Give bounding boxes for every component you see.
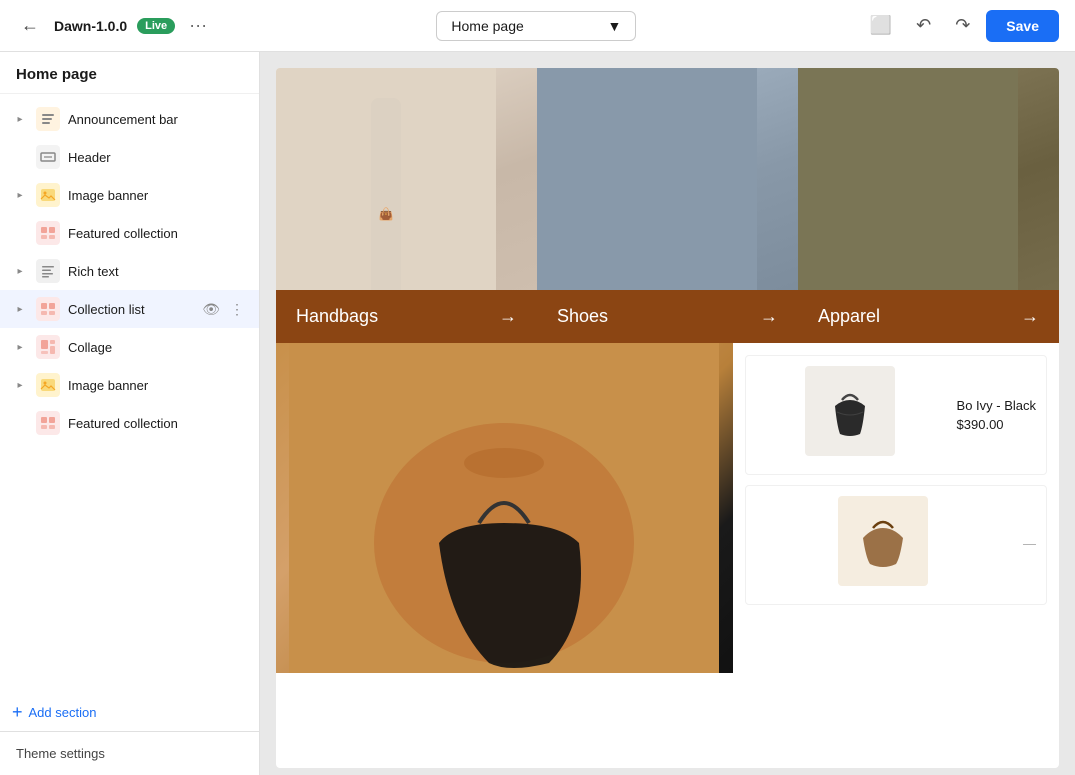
handbags-arrow: → bbox=[499, 306, 517, 327]
canvas: 👜 Handbags → Sh bbox=[260, 52, 1075, 775]
canvas-inner: 👜 Handbags → Sh bbox=[276, 68, 1059, 768]
sidebar-list: ▸ Announcement bar ▸ Header ▸ bbox=[0, 94, 259, 693]
more-options-button[interactable]: ··· bbox=[185, 11, 211, 40]
chevron-right-icon-5: ▸ bbox=[12, 339, 28, 355]
chevron-right-icon-6: ▸ bbox=[12, 377, 28, 393]
live-badge: Live bbox=[137, 18, 175, 34]
product-info-2: — bbox=[1023, 536, 1036, 555]
topbar-right: ⬜ ↶ ↷ Save bbox=[862, 10, 1059, 42]
save-button[interactable]: Save bbox=[986, 10, 1059, 42]
sidebar-item-label-collage: Collage bbox=[68, 340, 247, 355]
collage-icon bbox=[36, 335, 60, 359]
sidebar-item-label-image-banner-2: Image banner bbox=[68, 378, 247, 393]
product-name-2: — bbox=[1023, 536, 1036, 551]
sidebar-item-featured-collection-2[interactable]: ▸ Featured collection bbox=[0, 404, 259, 442]
image-banner-icon-2 bbox=[36, 373, 60, 397]
redo-button[interactable]: ↷ bbox=[947, 11, 978, 40]
featured-section: Bo Ivy - Black $390.00 bbox=[276, 343, 1059, 673]
product-info-bo-ivy: Bo Ivy - Black $390.00 bbox=[957, 398, 1036, 432]
sidebar-header: Home page bbox=[0, 52, 259, 94]
image-banner-icon-1 bbox=[36, 183, 60, 207]
product-thumbnail-2 bbox=[848, 506, 918, 576]
sidebar-item-label-collection-list: Collection list bbox=[68, 302, 191, 317]
chevron-down-icon: ▼ bbox=[608, 18, 622, 34]
shoes-label: Shoes → bbox=[537, 290, 798, 343]
sidebar-item-image-banner-1[interactable]: ▸ Image banner bbox=[0, 176, 259, 214]
collection-item-apparel[interactable]: Apparel → bbox=[798, 68, 1059, 343]
handbags-label: Handbags → bbox=[276, 290, 537, 343]
rich-text-icon bbox=[36, 259, 60, 283]
page-selector[interactable]: Home page ▼ bbox=[436, 11, 636, 41]
featured-products-column: Bo Ivy - Black $390.00 bbox=[733, 343, 1059, 673]
back-button[interactable]: ← bbox=[16, 12, 44, 40]
hide-section-button[interactable]: 👁 bbox=[199, 299, 223, 320]
product-price-bo-ivy: $390.00 bbox=[957, 417, 1036, 432]
sidebar-item-featured-collection-1[interactable]: ▸ Featured collection bbox=[0, 214, 259, 252]
topbar: ← Dawn-1.0.0 Live ··· Home page ▼ ⬜ ↶ ↷ … bbox=[0, 0, 1075, 52]
featured-model-image bbox=[289, 343, 719, 673]
sidebar-item-rich-text[interactable]: ▸ Rich text bbox=[0, 252, 259, 290]
add-section-label: Add section bbox=[29, 705, 97, 720]
preview-button[interactable]: ⬜ bbox=[862, 11, 900, 40]
topbar-left: ← Dawn-1.0.0 Live ··· bbox=[16, 11, 211, 40]
shoes-arrow: → bbox=[760, 306, 778, 327]
featured-collection-icon-1 bbox=[36, 221, 60, 245]
sidebar-item-collection-list[interactable]: ▸ Collection list 👁 ⋮ bbox=[0, 290, 259, 328]
sidebar-item-label-image-banner-1: Image banner bbox=[68, 188, 247, 203]
apparel-label: Apparel → bbox=[798, 290, 1059, 343]
plus-icon: + bbox=[12, 703, 23, 721]
product-card-bo-ivy-black[interactable]: Bo Ivy - Black $390.00 bbox=[745, 355, 1047, 475]
theme-settings-link[interactable]: Theme settings bbox=[0, 731, 259, 775]
topbar-center: Home page ▼ bbox=[223, 11, 850, 41]
chevron-right-icon-4: ▸ bbox=[12, 301, 28, 317]
theme-settings-label: Theme settings bbox=[16, 746, 105, 761]
featured-main-image bbox=[276, 343, 733, 673]
add-section-button[interactable]: + Add section bbox=[0, 693, 259, 731]
sidebar: Home page ▸ Announcement bar ▸ Header bbox=[0, 52, 260, 775]
sidebar-item-announcement-bar[interactable]: ▸ Announcement bar bbox=[0, 100, 259, 138]
apparel-arrow: → bbox=[1021, 306, 1039, 327]
chevron-right-icon: ▸ bbox=[12, 111, 28, 127]
chevron-right-icon-2: ▸ bbox=[12, 187, 28, 203]
product-card-2[interactable]: — bbox=[745, 485, 1047, 605]
sidebar-item-image-banner-2[interactable]: ▸ Image banner bbox=[0, 366, 259, 404]
collection-grid: 👜 Handbags → Sh bbox=[276, 68, 1059, 343]
page-selector-label: Home page bbox=[451, 18, 523, 34]
main-layout: Home page ▸ Announcement bar ▸ Header bbox=[0, 52, 1075, 775]
collection-list-icon bbox=[36, 297, 60, 321]
undo-button[interactable]: ↶ bbox=[908, 11, 939, 40]
header-icon bbox=[36, 145, 60, 169]
svg-text:👜: 👜 bbox=[379, 207, 394, 221]
product-name-bo-ivy: Bo Ivy - Black bbox=[957, 398, 1036, 413]
product-thumbnail-bo-ivy bbox=[815, 376, 885, 446]
collection-item-shoes[interactable]: Shoes → bbox=[537, 68, 798, 343]
sidebar-item-label-featured-collection-1: Featured collection bbox=[68, 226, 247, 241]
sidebar-item-collage[interactable]: ▸ Collage bbox=[0, 328, 259, 366]
featured-collection-icon-2 bbox=[36, 411, 60, 435]
collection-item-handbags[interactable]: 👜 Handbags → bbox=[276, 68, 537, 343]
collection-list-actions: 👁 ⋮ bbox=[199, 299, 247, 320]
sidebar-item-label-header: Header bbox=[68, 150, 247, 165]
sidebar-item-label-announcement-bar: Announcement bar bbox=[68, 112, 247, 127]
sidebar-item-header[interactable]: ▸ Header bbox=[0, 138, 259, 176]
announcement-icon bbox=[36, 107, 60, 131]
chevron-right-icon-3: ▸ bbox=[12, 263, 28, 279]
drag-handle-button[interactable]: ⋮ bbox=[227, 299, 247, 320]
app-name: Dawn-1.0.0 bbox=[54, 18, 127, 34]
sidebar-item-label-featured-collection-2: Featured collection bbox=[68, 416, 247, 431]
sidebar-item-label-rich-text: Rich text bbox=[68, 264, 247, 279]
